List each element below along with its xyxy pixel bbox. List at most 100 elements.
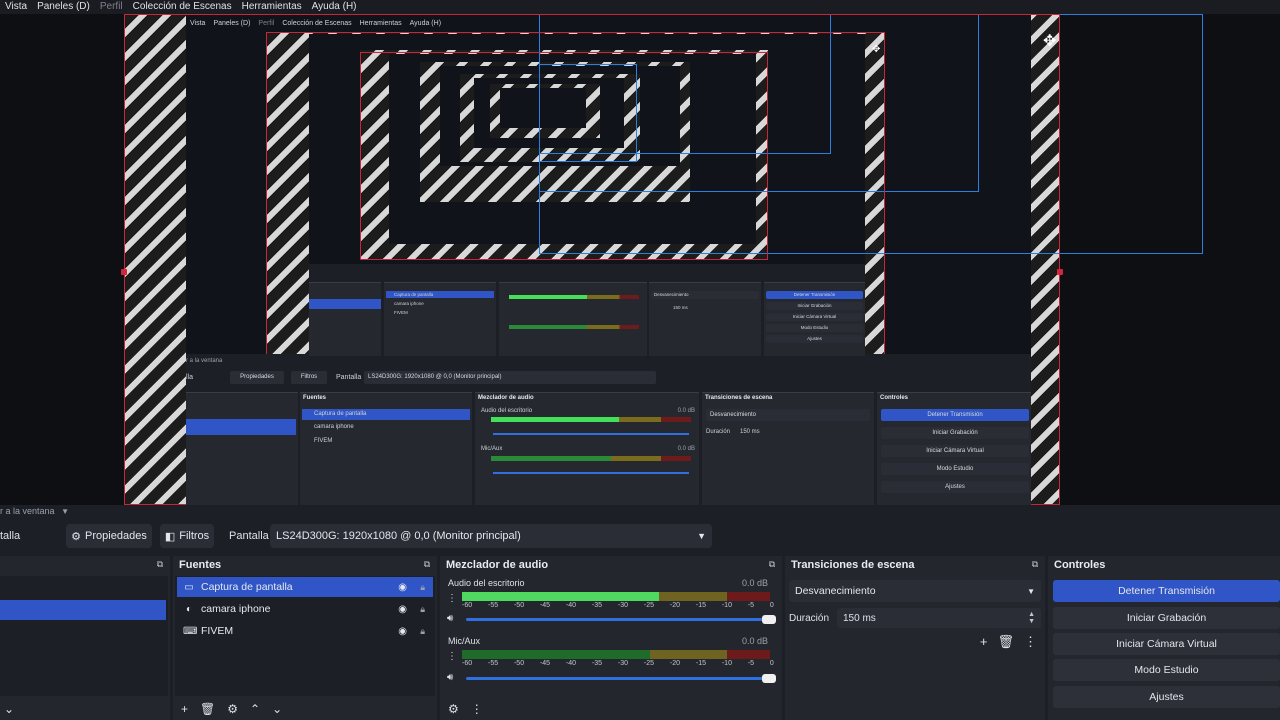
meter-tick-label: -40 [565,602,577,609]
advanced-audio-icon[interactable]: ⚙ [448,702,459,716]
meter-tick-label: -25 [643,660,655,667]
resize-handle[interactable] [1057,269,1063,275]
menu-vista[interactable]: Vista [0,1,32,13]
add-icon[interactable]: + [980,634,988,650]
sources-list: ▭ Captura de pantalla ◉ 🔒︎ ◐ camara ipho… [175,576,435,696]
meter-tick-label: -10 [721,660,732,667]
visibility-eye-icon[interactable]: ◉ [398,626,407,637]
resize-handle[interactable] [121,269,127,275]
menu-paneles[interactable]: Paneles (D) [32,1,95,13]
spinner-icon[interactable]: ▲ ▼ [1028,611,1035,625]
volume-slider[interactable] [466,615,776,624]
controls-dock-title: Controles [1054,559,1106,571]
studio-mode-button[interactable]: Modo Estudio [1053,659,1280,681]
source-item-fivem[interactable]: ⌨ FIVEM ◉ 🔒︎ [177,621,433,641]
start-virtual-camera-button[interactable]: Iniciar Cámara Virtual [1053,633,1280,655]
source-type-label: Pantalla [229,530,269,542]
volume-slider[interactable] [466,674,776,683]
camera-icon: ◐ [185,603,193,615]
source-item-captura[interactable]: ▭ Captura de pantalla ◉ 🔒︎ [177,577,433,597]
nested-small-mixer [499,282,647,356]
properties-button[interactable]: ⚙ Propiedades [66,524,152,548]
gear-icon[interactable]: ⚙ [227,702,238,716]
duration-input[interactable]: 150 ms ▲ ▼ [837,608,1041,628]
arrow-down-icon[interactable]: ⌄ [272,702,282,716]
chevron-down-icon[interactable]: ⌄ [4,702,14,716]
visibility-eye-icon[interactable]: ◉ [398,604,407,615]
chevron-down-icon: ▼ [1027,586,1035,596]
nested-properties-button: Propiedades [230,371,284,384]
channel-menu-icon[interactable]: ⋮ [447,651,457,662]
meter-tick-label: -30 [617,660,629,667]
meter-tick-label: -60 [462,602,473,609]
dock-float-icon[interactable]: ⧉ [155,559,165,569]
meter-tick-label: -5 [747,602,755,609]
meter-tick-label: -50 [513,602,525,609]
volume-meter [462,592,770,601]
fit-window-label[interactable]: r a la ventana ▼ [0,506,69,516]
start-recording-button[interactable]: Iniciar Grabación [1053,607,1280,629]
menu-ayuda[interactable]: Ayuda (H) [307,1,362,13]
nested-scenes-panel [186,392,298,505]
gamepad-icon: ⌨ [183,625,198,637]
properties-label: Propiedades [85,530,147,542]
duration-row: Duración 150 ms ▲ ▼ [789,608,1041,628]
gear-icon: ⚙ [71,530,82,543]
transitions-dock-title: Transiciones de escena [791,559,915,571]
volume-slider-knob[interactable] [762,615,776,624]
source-item-camara[interactable]: ◐ camara iphone ◉ 🔒︎ [177,599,433,619]
source-name: camara iphone [201,603,271,615]
add-icon[interactable]: + [181,702,188,716]
lock-icon[interactable]: 🔒︎ [420,626,425,637]
visibility-eye-icon[interactable]: ◉ [398,582,407,593]
dock-float-icon[interactable]: ⧉ [422,559,432,569]
scene-selected-row[interactable] [0,600,166,620]
stop-streaming-button[interactable]: Detener Transmisión [1053,580,1280,602]
nested-small-transitions: Desvanecimiento 150 ms [649,282,761,356]
volume-meter-level [462,592,660,601]
trash-icon[interactable]: 🗑︎ [200,702,215,716]
preview-canvas[interactable]: Vista Paneles (D) Perfil Colección de Es… [0,14,1280,505]
meter-tick-label: -45 [539,602,551,609]
display-select[interactable]: LS24D300G: 1920x1080 @ 0,0 (Monitor prin… [270,524,712,548]
nested-window-label: r a la ventana [186,358,223,364]
more-options-icon[interactable]: ⋮ [1024,634,1037,650]
move-cursor-icon: ✥ [1043,33,1057,50]
nested-sources-panel: Fuentes Captura de pantalla camara iphon… [300,392,472,505]
volume-slider-knob[interactable] [762,674,776,683]
audio-mixer-dock: Mezclador de audio ⧉ Audio del escritori… [440,556,782,720]
lock-icon[interactable]: 🔒︎ [420,604,425,615]
meter-tick-label: -55 [487,660,499,667]
filters-button[interactable]: ◧ Filtros [160,524,214,548]
lock-icon[interactable]: 🔒︎ [420,582,425,593]
sources-dock: Fuentes ⧉ ▭ Captura de pantalla ◉ 🔒︎ ◐ c… [173,556,437,720]
monitor-icon: ▭ [184,581,194,593]
channel-menu-icon[interactable]: ⋮ [447,593,457,604]
arrow-up-icon[interactable]: ⌃ [250,702,260,716]
more-options-icon[interactable]: ⋮ [471,702,483,716]
speaker-icon[interactable]: 🔊︎ [447,613,453,624]
menu-perfil[interactable]: Perfil [95,1,128,13]
meter-tick-label: -10 [721,602,732,609]
dock-float-icon[interactable]: ⧉ [1030,559,1040,569]
nested-obs-ui: r a la ventana lla Propiedades Filtros P… [186,354,1031,505]
menu-herramientas[interactable]: Herramientas [237,1,307,13]
speaker-icon[interactable]: 🔊︎ [447,672,453,683]
menu-coleccion-escenas[interactable]: Colección de Escenas [128,1,237,13]
mixer-dock-title: Mezclador de audio [446,559,549,571]
meter-tick-label: -35 [591,660,603,667]
move-cursor-icon: ✥ [872,44,881,55]
nested-source-type: Pantalla [336,374,362,381]
dock-float-icon[interactable]: ⧉ [767,559,777,569]
nested-source-item: FIVEM [314,438,333,444]
settings-button[interactable]: Ajustes [1053,686,1280,708]
scene-name-label: talla [0,530,21,542]
scenes-list[interactable] [0,576,168,696]
filter-icon: ◧ [164,530,176,543]
meter-tick-label: -20 [669,602,680,609]
transition-select[interactable]: Desvanecimiento ▼ [789,580,1041,602]
nested-scene-label: lla [186,374,194,381]
filters-label: Filtros [179,530,210,542]
meter-tick-label: -30 [617,602,629,609]
trash-icon[interactable]: 🗑︎ [997,634,1014,650]
